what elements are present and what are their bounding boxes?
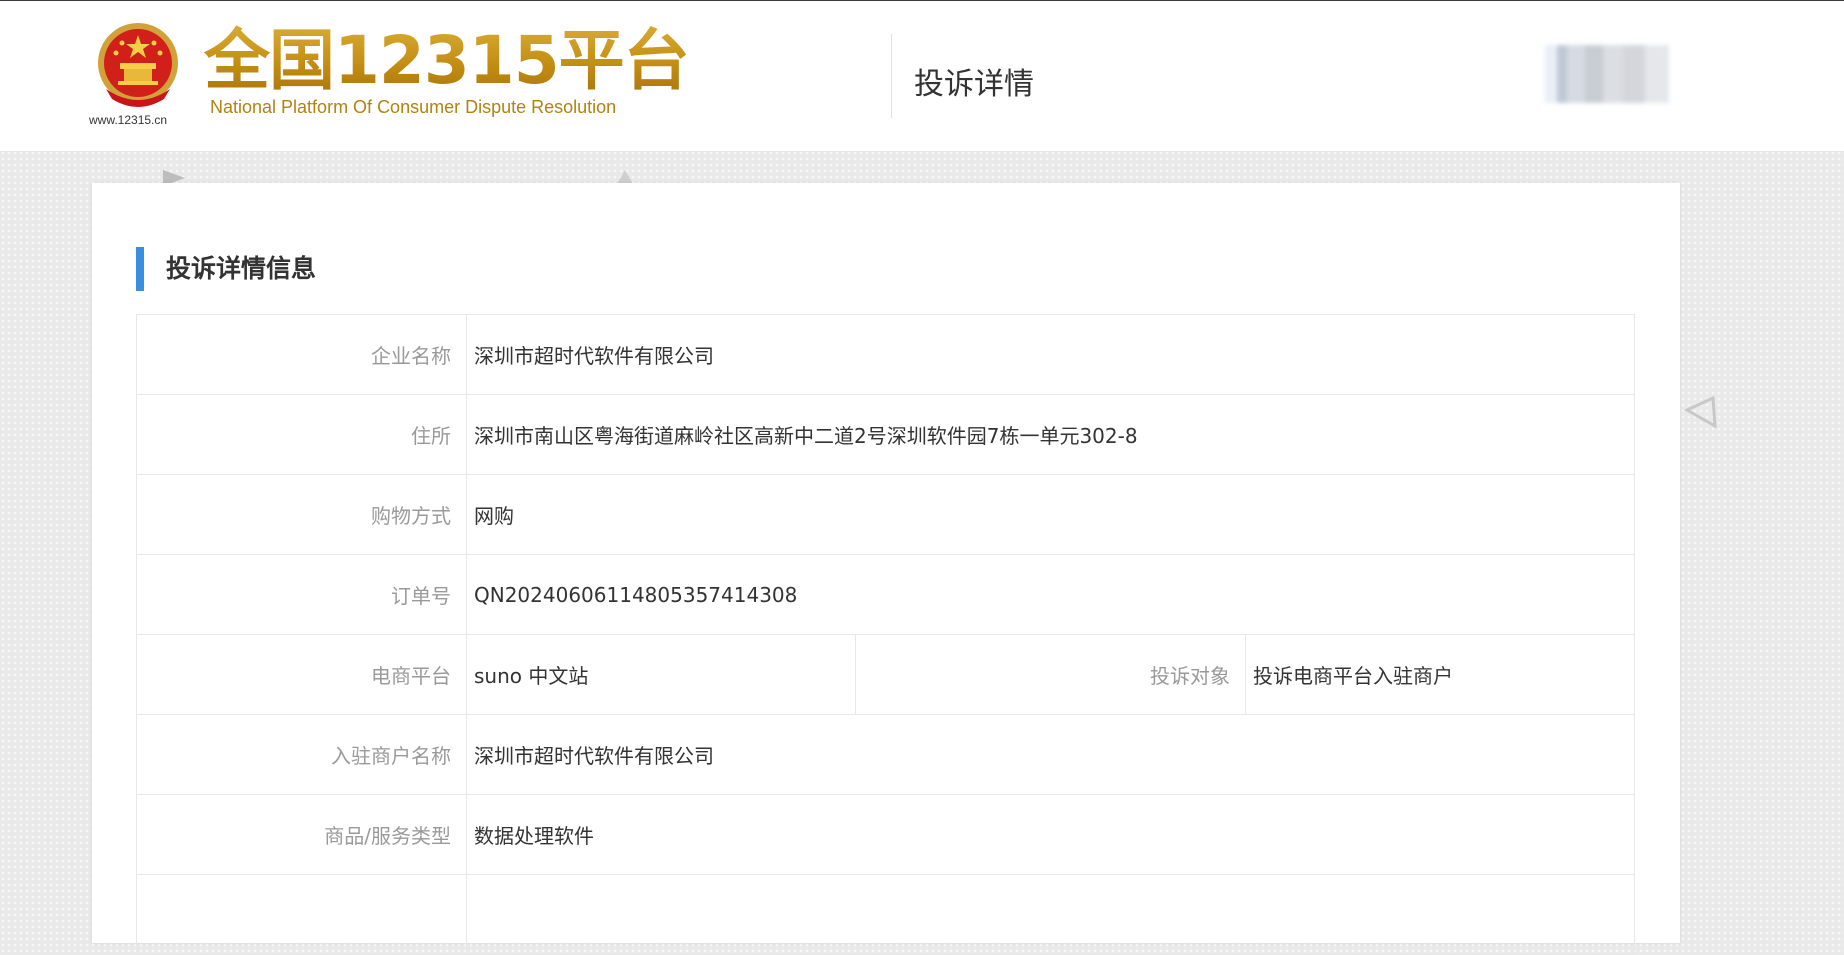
address-value: 深圳市南山区粤海街道麻岭社区高新中二道2号深圳软件园7栋一单元302-8 [465,394,1636,475]
site-header: www.12315.cn 全国12315平台 National Platform… [0,1,1844,152]
section-title: 投诉详情信息 [166,254,317,283]
next-row-value [465,874,1636,955]
user-avatar[interactable] [1545,45,1685,103]
next-row-label [136,874,467,955]
decorative-triangle-outline-icon [1683,395,1717,428]
goods-type-label: 商品/服务类型 [136,794,467,875]
table-row: 商品/服务类型 数据处理软件 [136,794,1636,875]
decorative-triangle-icon [617,170,633,184]
national-emblem-icon[interactable] [92,19,184,111]
merchant-name-label: 入驻商户名称 [136,714,467,795]
order-number-label: 订单号 [136,554,467,635]
ecommerce-platform-value: suno 中文站 [466,634,856,715]
table-row: 入驻商户名称 深圳市超时代软件有限公司 [136,714,1636,795]
site-url: www.12315.cn [89,113,168,127]
complaint-target-value: 投诉电商平台入驻商户 [1244,634,1636,715]
header-page-title: 投诉详情 [914,67,1034,102]
brand-subtitle: National Platform Of Consumer Dispute Re… [210,97,617,117]
section-accent-bar [136,247,144,291]
company-name-value: 深圳市超时代软件有限公司 [465,314,1636,395]
address-label: 住所 [136,394,467,475]
complaint-detail-card: 投诉详情信息 企业名称 深圳市超时代软件有限公司 住所 深圳市南山区粤海街道麻岭… [92,183,1680,955]
order-number-value: QN20240606114805357414308 [465,554,1636,635]
merchant-name-value: 深圳市超时代软件有限公司 [465,714,1636,795]
table-row: 购物方式 网购 [136,474,1636,555]
goods-type-value: 数据处理软件 [465,794,1636,875]
table-row: 订单号 QN20240606114805357414308 [136,554,1636,635]
shopping-method-label: 购物方式 [136,474,467,555]
table-row: 电商平台 suno 中文站 投诉对象 投诉电商平台入驻商户 [136,634,1636,715]
complaint-detail-table: 企业名称 深圳市超时代软件有限公司 住所 深圳市南山区粤海街道麻岭社区高新中二道… [136,314,1636,955]
table-row [136,874,1636,955]
ecommerce-platform-label: 电商平台 [136,634,467,715]
table-row: 住所 深圳市南山区粤海街道麻岭社区高新中二道2号深圳软件园7栋一单元302-8 [136,394,1636,475]
company-name-label: 企业名称 [136,314,467,395]
header-divider [891,34,892,118]
brand-title[interactable]: 全国12315平台 [204,23,690,99]
table-row: 企业名称 深圳市超时代软件有限公司 [136,314,1636,395]
complaint-target-label: 投诉对象 [855,634,1246,715]
shopping-method-value: 网购 [465,474,1636,555]
